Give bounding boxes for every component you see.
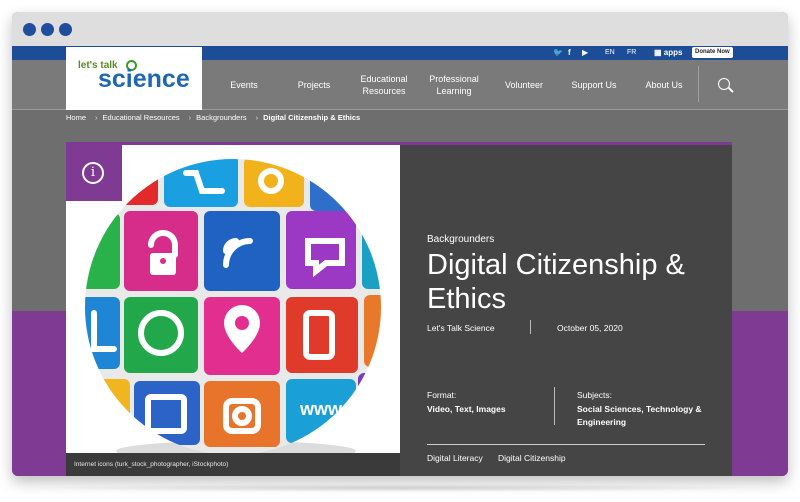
grid-icon: ▦ [654,48,664,57]
facebook-icon[interactable]: f [568,48,571,57]
nav-support-us[interactable]: Support Us [562,60,626,110]
tags-divider [427,444,705,445]
donate-button[interactable]: Donate Now [692,47,733,58]
window-titlebar [12,12,788,46]
apps-label: apps [663,48,683,57]
twitter-icon[interactable]: 🐦 [553,48,563,57]
breadcrumb-current: Digital Citizenship & Ethics [263,113,361,122]
search-icon[interactable] [718,78,730,90]
window-dot-icon[interactable] [41,23,54,36]
subjects-label: Subjects: [577,390,612,400]
apps-link[interactable]: ▦ apps [654,48,682,57]
nav-events[interactable]: Events [217,60,271,110]
nav-about-us[interactable]: About Us [632,60,696,110]
window-shadow [20,484,780,492]
window-dot-icon[interactable] [23,23,36,36]
lang-en[interactable]: EN [605,49,615,56]
info-tab[interactable]: i [66,145,122,201]
author: Let's Talk Science [427,323,495,333]
resource-type[interactable]: Backgrounders [427,234,494,245]
tag-link[interactable]: Digital Literacy [427,453,483,463]
info-icon: i [82,162,104,184]
facts-divider [554,387,555,425]
nav-educational-resources[interactable]: Educational Resources [352,60,416,110]
subjects-value: Social Sciences, Technology & Engineerin… [577,404,702,427]
hero-card: www Internet icons (turk_stock_photograp… [66,142,732,476]
format-value: Video, Text, Images [427,404,506,414]
site-logo[interactable]: let's talk science [66,47,202,110]
youtube-icon[interactable]: ▶ [582,48,588,57]
tag-link[interactable]: Digital Citizenship [498,453,566,463]
chevron-right-icon: › [188,113,192,122]
image-credit: Internet icons (turk_stock_photographer,… [66,453,400,476]
meta-divider [530,320,531,334]
breadcrumb-backgrounders[interactable]: Backgrounders [196,113,246,122]
hero-info-panel: Backgrounders Digital Citizenship & Ethi… [400,145,732,476]
page-title: Digital Citizenship & Ethics [427,249,685,315]
lang-fr[interactable]: FR [627,49,636,56]
nav-volunteer[interactable]: Volunteer [492,60,556,110]
window-dot-icon[interactable] [59,23,72,36]
chevron-right-icon: › [95,113,98,122]
chevron-right-icon: › [255,113,259,122]
browser-window: 🐦 f ▶ EN FR ▦ apps Donate Now Events Pro… [12,12,788,476]
nav-divider [698,66,699,102]
breadcrumb: Home › Educational Resources › Backgrounders… [66,113,364,122]
nav-professional-learning[interactable]: Professional Learning [420,60,488,110]
logo-big-text: science [98,65,190,93]
breadcrumb-educational-resources[interactable]: Educational Resources [103,113,180,122]
nav-projects[interactable]: Projects [284,60,344,110]
format-label: Format: [427,390,457,400]
breadcrumb-home[interactable]: Home [66,113,86,122]
svg-text:www: www [299,399,343,419]
publish-date: October 05, 2020 [557,323,623,333]
